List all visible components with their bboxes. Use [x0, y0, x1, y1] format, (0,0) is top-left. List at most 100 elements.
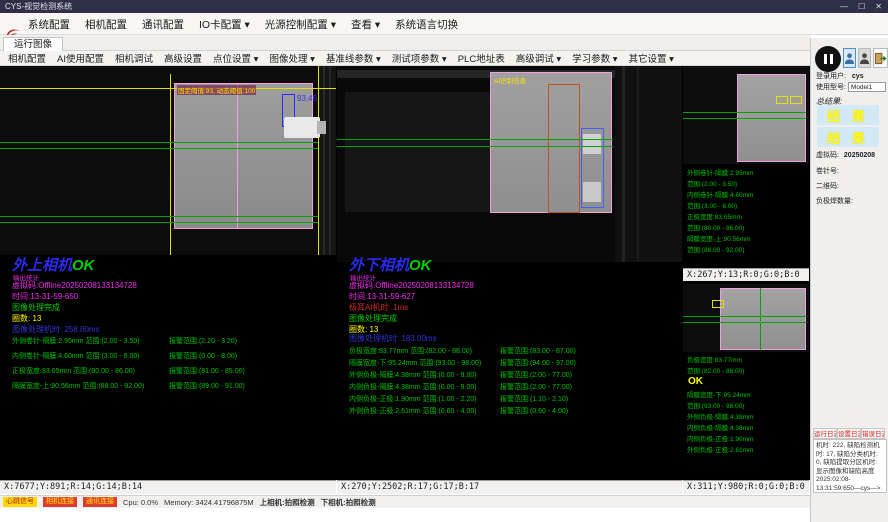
toolbar-button[interactable]: 高级设置 — [164, 51, 202, 65]
alarm-range: 报警范围:(2.00 - 77.00) — [500, 382, 572, 392]
alarm-range: 报警范围:(0.60 - 4.00) — [500, 406, 568, 416]
measurement-list: 负极宽度:83.77mm 范围:(82.00 - 88.00) 报警范围:(83… — [349, 346, 679, 418]
toolbar-button[interactable]: PLC地址表 — [458, 51, 505, 65]
processing-done: 图像处理完成 — [349, 313, 397, 324]
toolbar-button[interactable]: 图像处理 ▾ — [269, 51, 314, 65]
machinery-strip — [319, 66, 336, 255]
log-tab[interactable]: 运行日志 — [813, 428, 837, 439]
measurement-row: 隔膜宽度-上:90.56mm 范围:(88.00 - 92.00) 报警范围:(… — [12, 381, 332, 396]
model-select[interactable]: Model1 — [848, 82, 886, 92]
menu-item[interactable]: 系统语言切换 — [395, 17, 458, 32]
result-lines-2: 隔膜宽度-下:95.24mm范围:(93.00 - 98.00)外侧负极-隔膜:… — [687, 390, 753, 456]
title-bar: CYS-视觉检测系统 — ☐ ✕ — [0, 0, 888, 13]
log-tab[interactable]: 错误日志 — [861, 428, 885, 439]
camera-link-badge: 相机连接 — [43, 497, 77, 507]
tab-run-image[interactable]: 运行图像 — [3, 37, 63, 52]
menu-item[interactable]: 查看 ▾ — [351, 17, 380, 32]
alarm-range: 报警范围:(0.00 - 8.00) — [169, 351, 237, 361]
measurement-value: 外侧卷针-隔膜:2.95mm 范围:(2.00 - 3.50) — [12, 336, 140, 346]
measurement-value: 内侧负极-隔膜:4.38mm 范围:(0.00 - 9.00) — [349, 382, 477, 392]
toolbar-button[interactable]: 点位设置 ▾ — [213, 51, 258, 65]
vcode-row: 虚拟码: 20250208 — [816, 150, 875, 160]
menu-item[interactable]: 系统配置 — [28, 17, 70, 32]
exit-button[interactable] — [873, 48, 888, 68]
processing-done: 图像处理完成 — [12, 302, 60, 313]
measurement-row: 正极宽度:83.05mm 范围:(80.00 - 86.00) 报警范围:(81… — [12, 366, 332, 381]
switch-user-button[interactable] — [858, 48, 871, 68]
result-line: 范围:(88.00 - 92.00) — [687, 245, 753, 256]
measurement-value: 内侧卷针-隔膜:4.60mm 范围:(3.00 - 6.00) — [12, 351, 140, 361]
vcode-label: 虚拟码: — [816, 152, 839, 159]
processing-time: 图像处理机时: 258.00ms — [12, 324, 100, 335]
result-line: 外侧卷针-隔膜:2.95mm — [687, 168, 753, 179]
camera-image-outer-upper[interactable]: 固定阈值:93, 动态阈值:100 93.46 — [0, 66, 336, 255]
toolbar-button[interactable]: AI使用配置 — [57, 51, 104, 65]
login-user-button[interactable] — [843, 48, 856, 68]
result-box-lower: 结 果 — [817, 127, 879, 147]
window-title: CYS-视觉检测系统 — [5, 2, 72, 11]
toolbar-button[interactable]: 基准线参数 ▾ — [326, 51, 381, 65]
measurement-row: 内侧负极-正极:1.90mm 范围:(1.00 - 2.20) 报警范围:(1.… — [349, 394, 679, 406]
ai-time: 极耳AI机时: 1ms — [349, 302, 408, 313]
label-box — [776, 96, 788, 104]
virtual-code: 虚拟码:Offline20250208133134728 — [12, 280, 137, 291]
toolbar-button[interactable]: 测试项参数 ▾ — [392, 51, 447, 65]
result-lines-1: 负极宽度:83.77mm范围:(82.00 - 88.00) — [687, 355, 744, 377]
toolbar-button[interactable]: 学习参数 ▾ — [572, 51, 617, 65]
toolbar-button[interactable]: 高级调试 ▾ — [516, 51, 561, 65]
result-line: 正极宽度:83.05mm — [687, 212, 753, 223]
measurement-value: 外侧负极-隔膜:4.38mm 范围:(0.00 - 9.00) — [349, 370, 477, 380]
measurement-value: 正极宽度:83.05mm 范围:(80.00 - 86.00) — [12, 366, 135, 376]
toolbar-button[interactable]: 相机调试 — [115, 51, 153, 65]
menu-item[interactable]: 相机配置 — [85, 17, 127, 32]
weld-count-label: 负极焊数量: — [816, 196, 853, 206]
separator-region — [720, 288, 806, 350]
status-ok: OK — [688, 376, 703, 387]
status-ok: OK — [409, 257, 432, 274]
menu-item[interactable]: 光源控制配置 ▾ — [265, 17, 336, 32]
timestamp: 时间:13-31-59-650 — [12, 291, 78, 302]
tab-strip: 运行图像 — [0, 35, 810, 51]
heartbeat-badge: 心跳信号 — [3, 497, 37, 507]
label-box — [712, 300, 724, 308]
app-window: CYS-视觉检测系统 — ☐ ✕ 系统配置相机配置通讯配置IO卡配置 ▾光源控制… — [0, 0, 888, 522]
model-row: 使用型号: Model1 — [816, 82, 886, 92]
measurement-row: 负极宽度:83.77mm 范围:(82.00 - 88.00) 报警范围:(83… — [349, 346, 679, 358]
alarm-range: 报警范围:(2.00 - 77.00) — [500, 370, 572, 380]
camera-image-inner-lower[interactable] — [683, 284, 809, 352]
alarm-range: 报警范围:(2.20 - 3.20) — [169, 336, 237, 346]
measurement-row: 隔膜宽度-下:95.24mm 范围:(93.00 - 98.00) 报警范围:(… — [349, 358, 679, 370]
result-line: 范围:(93.00 - 98.00) — [687, 401, 753, 412]
toolbar-button[interactable]: 相机配置 — [8, 51, 46, 65]
measurement-row: 外侧负极-正极:2.61mm 范围:(0.60 - 4.00) 报警范围:(0.… — [349, 406, 679, 418]
log-output[interactable]: 机时: 222, 缺陷检测机时: 17, 缺陷分类机时: 0, 缺陷提取分区机时… — [813, 439, 887, 493]
measurement-row: 内侧负极-隔膜:4.38mm 范围:(0.00 - 9.00) 报警范围:(2.… — [349, 382, 679, 394]
result-line: 范围:(2.00 - 3.50) — [687, 179, 753, 190]
menu-item[interactable]: IO卡配置 ▾ — [199, 17, 250, 32]
minimize-button[interactable]: — — [840, 0, 848, 13]
alarm-range: 报警范围:(1.10 - 2.10) — [500, 394, 568, 404]
ai-overlay-label: AI识别信息 — [493, 75, 527, 85]
measurement-value: 隔膜宽度-上:90.56mm 范围:(88.00 - 92.00) — [12, 381, 144, 391]
result-line: 内侧卷针-隔膜:4.60mm — [687, 190, 753, 201]
status-bar: 心跳信号 相机连接 通讯连接 Cpu: 0.0% Memory: 3424.41… — [0, 495, 810, 508]
control-panel: 登录用户: cys 使用型号: Model1 总结果: 结 果 结 果 虚拟码:… — [810, 38, 888, 522]
close-button[interactable]: ✕ — [875, 0, 882, 13]
maximize-button[interactable]: ☐ — [858, 0, 865, 13]
vcode-value: 20250208 — [844, 152, 875, 159]
camera-image-outer-lower[interactable]: AI识别信息 — [337, 66, 682, 262]
pause-button[interactable] — [815, 46, 841, 72]
measurement-row: 外侧卷针-隔膜:2.95mm 范围:(2.00 - 3.50) 报警范围:(2.… — [12, 336, 332, 351]
alarm-range: 报警范围:(81.00 - 85.00) — [169, 366, 245, 376]
measurement-value: 负极宽度:83.77mm 范围:(82.00 - 88.00) — [349, 346, 472, 356]
menu-item[interactable]: 通讯配置 — [142, 17, 184, 32]
login-row: 登录用户: cys — [816, 71, 864, 81]
measurement-row: 内侧卷针-隔膜:4.60mm 范围:(3.00 - 6.00) 报警范围:(0.… — [12, 351, 332, 366]
pixel-coordinate-bar: X:267;Y:13;R:0;G:0;B:0 — [683, 268, 809, 281]
log-tab[interactable]: 设置日志 — [837, 428, 861, 439]
qr-label: 二维码: — [816, 181, 839, 191]
result-box-upper: 结 果 — [817, 105, 879, 125]
result-line: 隔膜宽度-上:90.56mm — [687, 234, 753, 245]
camera-image-inner-upper[interactable] — [683, 66, 809, 164]
toolbar-button[interactable]: 其它设置 ▾ — [629, 51, 674, 65]
